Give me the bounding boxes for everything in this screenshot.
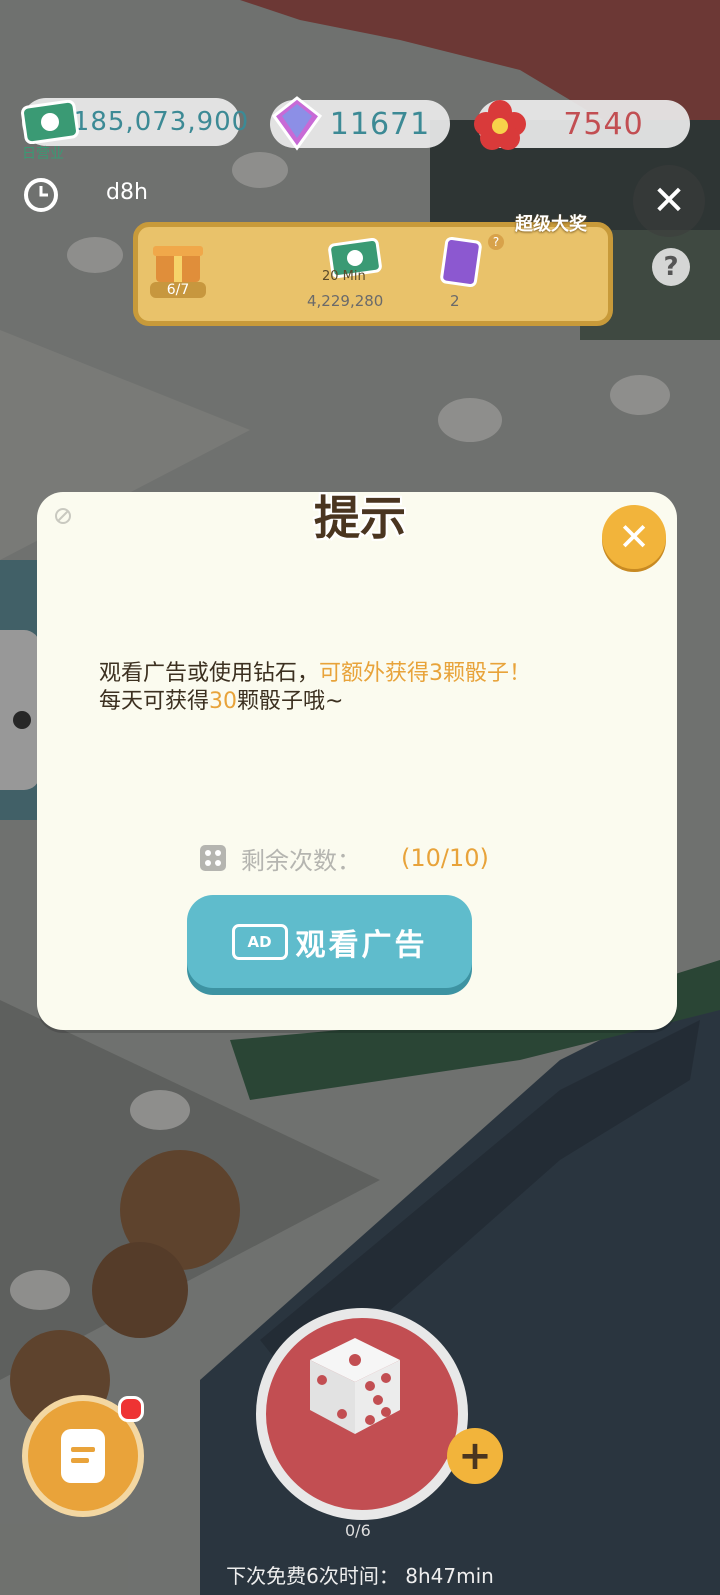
msg-line2-c: 颗骰子哦~ (237, 689, 344, 714)
remaining-label: 剩余次数： (241, 846, 361, 875)
remaining-row: 剩余次数： (10/10) (199, 840, 489, 876)
grand-prize-label: 超级大奖 (515, 214, 587, 235)
add-dice-button[interactable]: + (447, 1428, 503, 1484)
cash-icon (21, 100, 79, 144)
event-timer: d8h (106, 180, 148, 205)
msg-line2-a: 每天可获得 (99, 689, 210, 714)
gem-icon (271, 96, 323, 151)
msg-line2-b: 30 (209, 689, 238, 714)
watch-ad-label: 观看广告 (295, 927, 428, 963)
help-button[interactable]: ? (652, 248, 690, 286)
dice-small-icon (200, 845, 226, 871)
ad-icon: AD (231, 923, 288, 960)
card-info-icon[interactable]: ? (488, 234, 504, 250)
dialog-message: 观看广告或使用钻石，可额外获得3颗骰子！ 每天可获得30颗骰子哦~ (99, 660, 639, 716)
flower-icon (474, 100, 526, 150)
next-free-timer: 下次免费6次时间： 8h47min (226, 1564, 494, 1588)
gem-value: 11671 (329, 106, 431, 142)
clock-icon[interactable] (22, 176, 60, 214)
dice-count: 0/6 (345, 1521, 371, 1540)
remaining-value: (10/10) (401, 844, 489, 872)
dialog-close-button[interactable]: ✕ (602, 505, 666, 569)
watch-ad-button[interactable]: AD 观看广告 (187, 895, 472, 988)
dice-icon (310, 1338, 400, 1434)
gift-progress: 6/7 (150, 282, 206, 298)
clipboard-icon (61, 1429, 105, 1483)
cash-value: 185,073,900 (72, 107, 250, 137)
top-close-button[interactable]: ✕ (633, 165, 705, 237)
card-icon (440, 236, 482, 288)
notification-dot (118, 1396, 144, 1422)
gift-icon (153, 246, 203, 282)
flower-value: 7540 (563, 106, 644, 142)
cash-caption: 日营业 (22, 146, 64, 162)
msg-line1-b: 可额外获得3颗骰子！ (319, 661, 532, 686)
msg-line1-a: 观看广告或使用钻石， (99, 661, 320, 686)
cash-bonus-amount: 4,229,280 (307, 292, 384, 310)
cash-bonus-duration: 20 Min (322, 269, 366, 284)
card-count: 2 (450, 292, 460, 310)
